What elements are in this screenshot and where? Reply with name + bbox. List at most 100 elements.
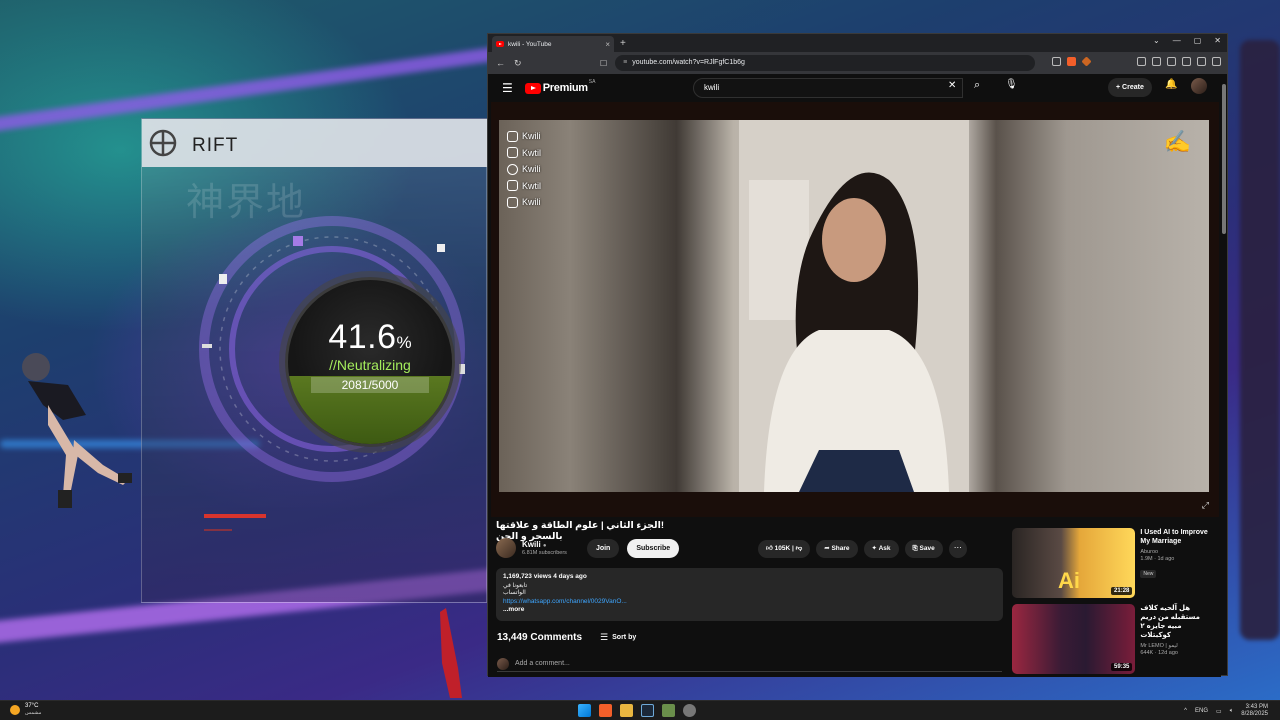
- ask-button[interactable]: ✦ Ask: [863, 540, 899, 558]
- file-explorer-icon[interactable]: [620, 704, 633, 717]
- hamburger-menu-icon[interactable]: ☰: [502, 81, 513, 95]
- recommendation-channel: Aburoo: [1140, 549, 1159, 555]
- youtube-page: ☰ Premium SA kwili ✕ ⌕ 🎙 + Create 🔔 Kwil…: [488, 74, 1221, 677]
- thumbs-down-icon[interactable]: 👎︎: [796, 545, 803, 552]
- country-code: SA: [588, 79, 596, 85]
- add-comment-placeholder: Add a comment...: [515, 660, 570, 667]
- chevron-up-icon[interactable]: ^: [1184, 708, 1187, 714]
- tab-search-icon[interactable]: ⌄: [1153, 36, 1160, 45]
- social-handle: Kwili: [507, 161, 541, 178]
- notifications-bell-icon[interactable]: 🔔: [1165, 79, 1177, 90]
- site-info-icon[interactable]: ≡: [623, 59, 627, 66]
- recommendation-title[interactable]: هل آلحيه كلاف مستقبله من دريم مبيه جايزه…: [1140, 604, 1212, 640]
- video-thumbnail[interactable]: 59:35: [1012, 604, 1136, 674]
- recommendation-title[interactable]: I Used AI to Improve My Marriage: [1140, 528, 1212, 546]
- windows-start-icon[interactable]: [578, 704, 591, 717]
- search-icon[interactable]: ⌕: [974, 79, 980, 92]
- description-link[interactable]: https://whatsapp.com/channel/0029VanO...: [503, 598, 996, 605]
- share-icon: ➦: [824, 545, 830, 552]
- sidebar-icon[interactable]: [1152, 57, 1161, 66]
- social-handles: Kwili Kwtil Kwili Kwtil Kwili: [507, 128, 541, 211]
- volume-icon[interactable]: 🔈︎: [1230, 708, 1234, 715]
- recommendation-item[interactable]: Ai 21:28 I Used AI to Improve My Marriag…: [1012, 528, 1212, 600]
- wallet-icon[interactable]: [1167, 57, 1176, 66]
- download-icon[interactable]: [1197, 57, 1206, 66]
- comments-count: 13,449 Comments: [497, 632, 583, 643]
- subscribe-button[interactable]: Subscribe: [627, 538, 680, 558]
- show-more-button[interactable]: ...more: [503, 606, 996, 613]
- steam-icon[interactable]: [641, 704, 654, 717]
- page-scrollbar[interactable]: [1221, 74, 1227, 674]
- description-box[interactable]: 1,169,723 views 4 days ago تابعونا في ال…: [496, 568, 1003, 621]
- maximize-icon[interactable]: ▢: [1194, 36, 1202, 45]
- brave-shields-icon[interactable]: [1067, 57, 1076, 66]
- clock-time: 3:43 PM: [1245, 704, 1268, 710]
- recommendation-item[interactable]: 59:35 هل آلحيه كلاف مستقبله من دريم مبيه…: [1012, 604, 1212, 676]
- back-icon[interactable]: ←: [496, 58, 506, 68]
- brave-browser-icon[interactable]: [599, 704, 612, 717]
- app-icon[interactable]: [662, 704, 675, 717]
- description-line: تابعونا في الواتساب: [503, 583, 528, 596]
- user-avatar: [497, 657, 509, 670]
- more-actions-icon[interactable]: ⋯: [948, 540, 967, 558]
- video-actions: 👍︎ 105K | 👎︎ ➦ Share ✦ Ask ⎘ Save ⋯: [758, 540, 967, 558]
- youtube-logo[interactable]: Premium SA: [524, 79, 596, 94]
- handle-label: Kwili: [522, 164, 541, 175]
- create-button[interactable]: + Create: [1108, 78, 1152, 97]
- twitter-icon: [507, 180, 518, 192]
- tab-youtube[interactable]: kwili - YouTube ×: [492, 36, 614, 52]
- add-comment-field[interactable]: Add a comment...: [497, 656, 1002, 672]
- red-figure: [440, 608, 462, 698]
- social-handle: Kwtil: [507, 145, 541, 162]
- clear-search-icon[interactable]: ✕: [948, 80, 956, 91]
- tab-close-icon[interactable]: ×: [605, 40, 610, 49]
- close-window-icon[interactable]: ✕: [1214, 36, 1221, 45]
- brave-rewards-icon[interactable]: [1081, 56, 1092, 67]
- rift-percent: 41.6: [328, 318, 397, 356]
- tab-title: kwili - YouTube: [508, 40, 552, 48]
- video-thumbnail[interactable]: Ai 21:28: [1012, 528, 1136, 598]
- like-button[interactable]: 👍︎ 105K | 👎︎: [758, 540, 811, 558]
- reload-icon[interactable]: ↻: [514, 58, 524, 69]
- url-input[interactable]: ≡ youtube.com/watch?v=RJlFgfC1b6g: [615, 55, 1036, 71]
- recommendation-channel: Mr LEMO | ليمو: [1140, 643, 1178, 649]
- menu-icon[interactable]: [1212, 57, 1221, 66]
- fullscreen-icon[interactable]: ⤢: [1202, 500, 1209, 511]
- new-tab-button[interactable]: +: [620, 38, 626, 49]
- sort-icon[interactable]: ☰: [600, 632, 608, 643]
- recommendations: Ai 21:28 I Used AI to Improve My Marriag…: [1012, 528, 1212, 677]
- create-label: Create: [1122, 84, 1144, 91]
- sort-button[interactable]: Sort by: [612, 634, 636, 641]
- account-avatar[interactable]: [1191, 78, 1207, 94]
- cast-icon[interactable]: [1052, 57, 1061, 66]
- microphone-icon[interactable]: 🎙: [1005, 79, 1018, 90]
- extensions-icon[interactable]: [1137, 57, 1146, 66]
- vpn-icon[interactable]: [1182, 57, 1191, 66]
- weather-temperature: 37°C: [25, 703, 39, 709]
- share-button[interactable]: ➦ Share: [816, 540, 858, 558]
- weather-widget[interactable]: 37°C مشمس: [10, 703, 41, 717]
- settings-gear-icon[interactable]: [683, 704, 696, 717]
- video-frame[interactable]: Kwili Kwtil Kwili Kwtil Kwili ✍: [499, 120, 1209, 492]
- instagram-icon: [507, 147, 518, 159]
- bookmark-icon[interactable]: ☐: [600, 59, 607, 68]
- language-indicator[interactable]: ENG: [1195, 708, 1208, 714]
- search-input[interactable]: kwili: [693, 78, 963, 98]
- youtube-header: ☰ Premium SA kwili ✕ ⌕ 🎙 + Create 🔔: [488, 74, 1221, 102]
- network-icon[interactable]: ▭: [1216, 708, 1222, 715]
- video-player[interactable]: Kwili Kwtil Kwili Kwtil Kwili ✍ ⤢: [491, 102, 1219, 517]
- handle-label: Kwtil: [522, 180, 542, 191]
- scrollbar-thumb[interactable]: [1222, 84, 1226, 234]
- thumbnail-text: Ai: [1058, 568, 1080, 593]
- channel-name[interactable]: Kwili ●: [522, 540, 567, 549]
- video-duration: 59:35: [1111, 663, 1133, 671]
- game-character: [22, 353, 132, 508]
- social-handle: Kwtil: [507, 178, 541, 195]
- clock[interactable]: 3:43 PM 8/28/2025: [1241, 704, 1268, 718]
- youtube-favicon-icon: [496, 41, 504, 47]
- minimize-icon[interactable]: —: [1173, 36, 1181, 45]
- save-button[interactable]: ⎘ Save: [904, 540, 943, 558]
- channel-avatar[interactable]: [496, 538, 516, 558]
- tiktok-icon: [507, 196, 518, 208]
- join-button[interactable]: Join: [586, 538, 620, 558]
